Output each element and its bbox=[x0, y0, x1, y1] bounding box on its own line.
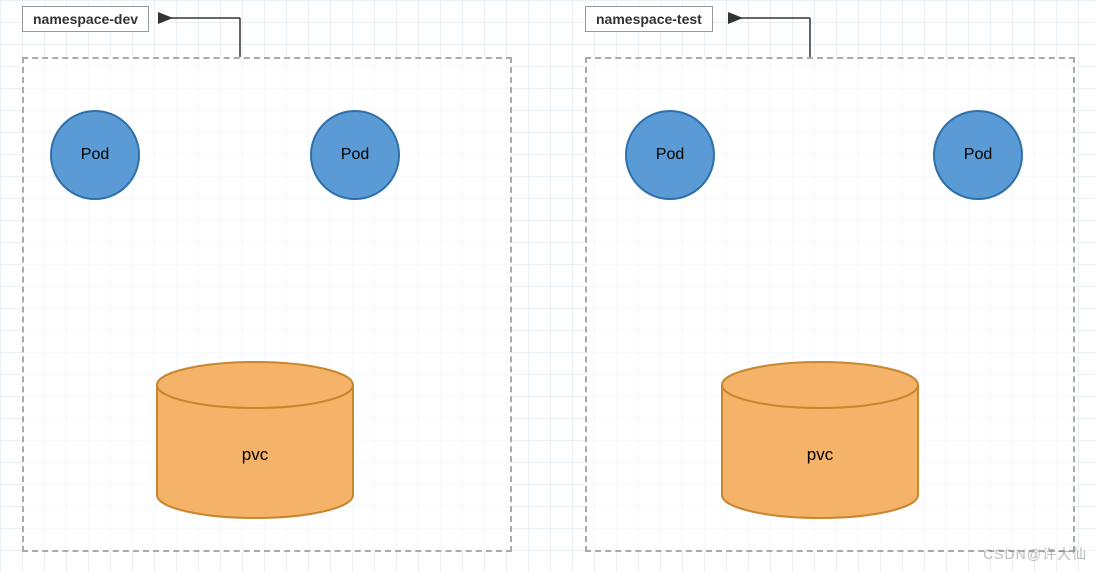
pod-dev-1: Pod bbox=[50, 110, 140, 200]
namespace-label-test: namespace-test bbox=[585, 6, 713, 32]
pod-test-1: Pod bbox=[625, 110, 715, 200]
namespace-label-dev: namespace-dev bbox=[22, 6, 149, 32]
pod-label: Pod bbox=[964, 146, 992, 164]
namespace-label-text: namespace-test bbox=[596, 11, 702, 27]
namespace-label-text: namespace-dev bbox=[33, 11, 138, 27]
watermark-text: CSDN@许大仙 bbox=[983, 546, 1087, 562]
pod-dev-2: Pod bbox=[310, 110, 400, 200]
pvc-test: pvc bbox=[720, 360, 920, 520]
pod-label: Pod bbox=[341, 146, 369, 164]
pvc-dev: pvc bbox=[155, 360, 355, 520]
pod-label: Pod bbox=[656, 146, 684, 164]
pod-label: Pod bbox=[81, 146, 109, 164]
pvc-label: pvc bbox=[720, 445, 920, 465]
watermark: CSDN@许大仙 bbox=[983, 544, 1087, 564]
pod-test-2: Pod bbox=[933, 110, 1023, 200]
pvc-label: pvc bbox=[155, 445, 355, 465]
